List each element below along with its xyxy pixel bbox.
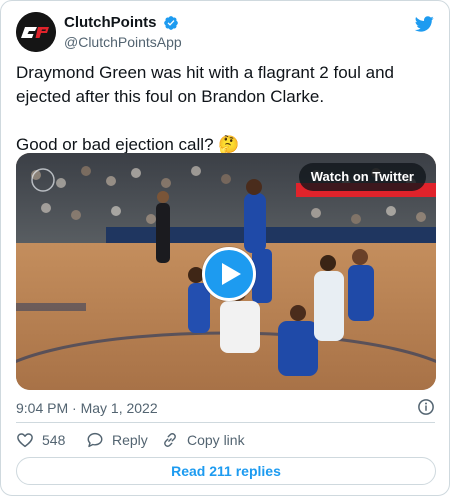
author-handle[interactable]: @ClutchPointsApp xyxy=(64,33,182,51)
tweet-card: ClutchPoints @ClutchPointsApp Draymond G… xyxy=(0,0,450,496)
like-count: 548 xyxy=(42,432,66,448)
tweet-header: ClutchPoints @ClutchPointsApp xyxy=(16,12,435,52)
heart-icon xyxy=(17,433,33,448)
timestamp[interactable]: 9:04 PM · May 1, 2022 xyxy=(16,400,158,416)
display-name[interactable]: ClutchPoints xyxy=(64,13,157,32)
tweet-text: Draymond Green was hit with a flagrant 2… xyxy=(16,63,394,154)
divider xyxy=(16,422,435,423)
watch-on-twitter-button[interactable]: Watch on Twitter xyxy=(298,163,426,191)
reply-label: Reply xyxy=(112,432,148,448)
verified-badge-icon xyxy=(164,15,178,30)
twitter-bird-icon[interactable] xyxy=(413,14,435,34)
video-player[interactable]: Watch on Twitter xyxy=(16,153,436,390)
link-icon xyxy=(164,433,176,447)
play-button[interactable] xyxy=(202,247,256,301)
info-icon[interactable] xyxy=(417,398,435,416)
author-names: ClutchPoints @ClutchPointsApp xyxy=(64,13,182,51)
read-replies-button[interactable]: Read 211 replies xyxy=(16,457,436,485)
copy-link-label: Copy link xyxy=(187,432,245,448)
tweet-meta: 9:04 PM · May 1, 2022 xyxy=(16,398,435,418)
clutchpoints-logo-icon xyxy=(16,12,56,52)
avatar[interactable] xyxy=(16,12,56,52)
play-icon xyxy=(222,263,241,285)
reply-bubble-icon xyxy=(87,432,103,448)
